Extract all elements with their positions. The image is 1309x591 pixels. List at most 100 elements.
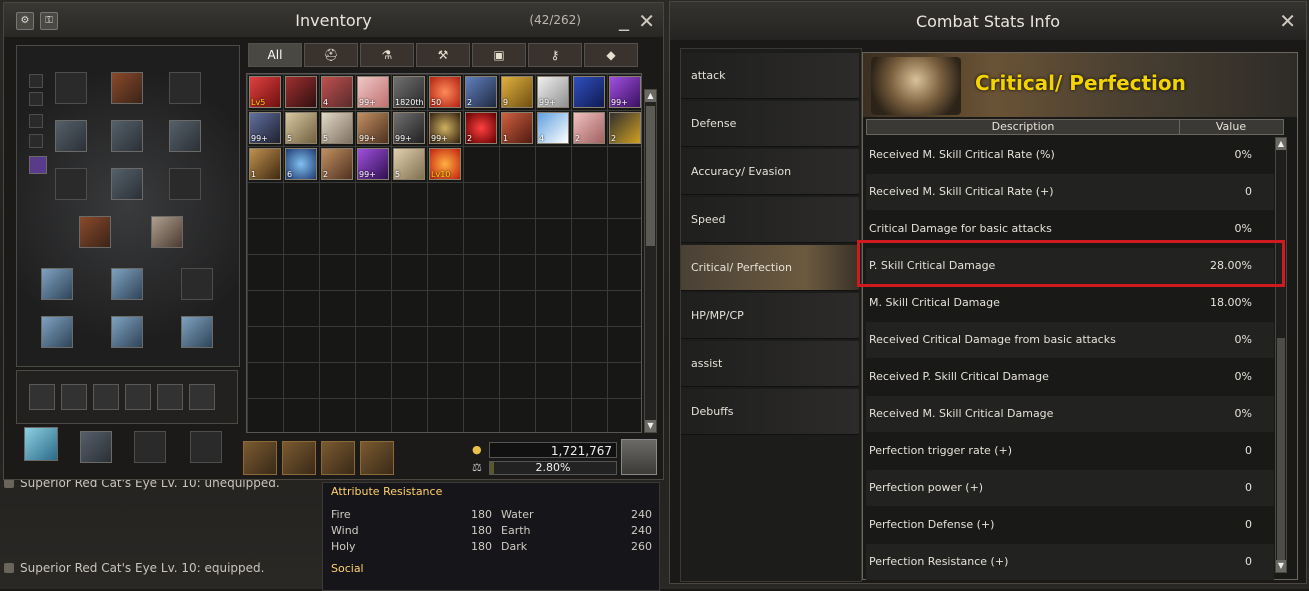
category-speed[interactable]: Speed xyxy=(681,197,859,243)
enchant-button[interactable] xyxy=(321,441,355,475)
agathion-slot[interactable] xyxy=(24,427,58,461)
scroll-thumb[interactable] xyxy=(646,106,655,246)
equip-slot-chest[interactable] xyxy=(111,120,143,152)
inventory-item[interactable]: 1820th xyxy=(393,76,425,108)
tab-etc[interactable]: ▣ xyxy=(472,43,526,67)
inventory-item[interactable]: 1 xyxy=(501,112,533,144)
equip-slot-earring-right[interactable] xyxy=(169,72,201,104)
equip-slot-ring-right[interactable] xyxy=(181,316,213,348)
stat-label: Perfection power (+) xyxy=(869,481,984,494)
category-assist[interactable]: assist xyxy=(681,341,859,387)
inventory-item[interactable]: 9 xyxy=(501,76,533,108)
inventory-item[interactable]: 2 xyxy=(465,112,497,144)
gem-slot[interactable] xyxy=(93,384,119,410)
inventory-item[interactable]: 5 xyxy=(285,112,317,144)
inventory-item[interactable]: 2 xyxy=(465,76,497,108)
equip-slot-earring-left[interactable] xyxy=(55,72,87,104)
stats-scrollbar[interactable]: ▲ ▼ xyxy=(1275,137,1287,573)
item-quantity: 5 xyxy=(287,134,293,143)
inventory-item[interactable]: 99+ xyxy=(357,76,389,108)
tab-all[interactable]: All xyxy=(248,43,302,67)
tab-consumables[interactable]: ⚗ xyxy=(360,43,414,67)
gem-slot[interactable] xyxy=(157,384,183,410)
inventory-count: (42/262) xyxy=(529,13,581,27)
scroll-down-icon[interactable]: ▼ xyxy=(1276,560,1286,572)
stat-label: Received M. Skill Critical Damage xyxy=(869,407,1054,420)
inventory-item[interactable]: 99+ xyxy=(357,112,389,144)
inventory-item[interactable] xyxy=(285,76,317,108)
inventory-item[interactable]: 4 xyxy=(537,112,569,144)
inventory-item[interactable]: Lv5 xyxy=(249,76,281,108)
category-defense[interactable]: Defense xyxy=(681,101,859,147)
inventory-item[interactable]: 99+ xyxy=(609,76,641,108)
inventory-item[interactable]: 2 xyxy=(609,112,641,144)
accessory-slot[interactable] xyxy=(134,431,166,463)
close-icon[interactable]: ✕ xyxy=(638,11,655,31)
inventory-item[interactable]: 2 xyxy=(321,148,353,180)
equip-slot-ring-mid[interactable] xyxy=(111,316,143,348)
equip-slot[interactable] xyxy=(29,114,43,128)
tab-quest[interactable]: ⚷ xyxy=(528,43,582,67)
equip-slot-belt[interactable] xyxy=(169,168,201,200)
tab-equipment[interactable]: ⛑ xyxy=(304,43,358,67)
equip-slot-talisman[interactable] xyxy=(29,156,47,174)
category-accuracy-evasion[interactable]: Accuracy/ Evasion xyxy=(681,149,859,195)
gem-slot[interactable] xyxy=(125,384,151,410)
scroll-thumb[interactable] xyxy=(1277,338,1285,560)
equip-slot-gloves[interactable] xyxy=(55,120,87,152)
equip-slot-helmet[interactable] xyxy=(111,72,143,104)
equip-slot-legs[interactable] xyxy=(111,168,143,200)
inventory-item[interactable]: 99+ xyxy=(429,112,461,144)
close-icon[interactable]: ✕ xyxy=(1279,11,1296,31)
equip-slot[interactable] xyxy=(29,134,43,148)
equip-slot-earring[interactable] xyxy=(41,268,73,300)
equip-slot-weapon[interactable] xyxy=(79,216,111,248)
category-attack[interactable]: attack xyxy=(681,53,859,99)
inventory-item[interactable]: Lv10 xyxy=(429,148,461,180)
inventory-item[interactable]: 2 xyxy=(573,112,605,144)
stat-label: Perfection Defense (+) xyxy=(869,518,995,531)
category-hp-mp-cp[interactable]: HP/MP/CP xyxy=(681,293,859,339)
equip-slot-necklace[interactable] xyxy=(111,268,143,300)
recycle-button[interactable] xyxy=(282,441,316,475)
tab-special[interactable]: ◆ xyxy=(584,43,638,67)
category-debuffs[interactable]: Debuffs xyxy=(681,389,859,435)
inventory-item[interactable]: 6 xyxy=(285,148,317,180)
equip-slot-boots[interactable] xyxy=(151,216,183,248)
inventory-item[interactable]: 1 xyxy=(249,148,281,180)
equip-slot-ring-left[interactable] xyxy=(41,316,73,348)
crafting-button[interactable] xyxy=(243,441,277,475)
inventory-item[interactable]: 4 xyxy=(321,76,353,108)
gem-slot[interactable] xyxy=(29,384,55,410)
inventory-scrollbar[interactable]: ▲ ▼ xyxy=(644,89,657,433)
inventory-item[interactable]: 99+ xyxy=(537,76,569,108)
tab-materials[interactable]: ⚒ xyxy=(416,43,470,67)
scroll-up-icon[interactable]: ▲ xyxy=(1276,138,1286,150)
scroll-up-icon[interactable]: ▲ xyxy=(645,90,656,102)
equip-slot-earring[interactable] xyxy=(181,268,213,300)
inventory-item[interactable]: 99+ xyxy=(357,148,389,180)
collection-button[interactable] xyxy=(360,441,394,475)
trash-button[interactable] xyxy=(621,439,657,475)
minimize-icon[interactable]: _ xyxy=(619,9,629,29)
resistance-value: 260 xyxy=(631,540,652,553)
item-quantity: 50 xyxy=(431,98,442,107)
inventory-item[interactable]: 99+ xyxy=(393,112,425,144)
equip-slot[interactable] xyxy=(29,74,43,88)
scroll-down-icon[interactable]: ▼ xyxy=(645,420,656,432)
equip-slot-cloak[interactable] xyxy=(169,120,201,152)
weight-percent: 2.80% xyxy=(535,461,571,474)
inventory-item[interactable]: 50 xyxy=(429,76,461,108)
accessory-slot[interactable] xyxy=(80,431,112,463)
inventory-item[interactable]: 5 xyxy=(393,148,425,180)
inventory-item[interactable]: 99+ xyxy=(249,112,281,144)
accessory-slot[interactable] xyxy=(190,431,222,463)
inventory-item[interactable] xyxy=(573,76,605,108)
equip-slot-shirt[interactable] xyxy=(55,168,87,200)
gem-slot[interactable] xyxy=(61,384,87,410)
equip-slot[interactable] xyxy=(29,92,43,106)
weight-icon: ⚖ xyxy=(472,461,482,474)
gem-slot[interactable] xyxy=(189,384,215,410)
inventory-item[interactable]: 5 xyxy=(321,112,353,144)
category-critical-perfection[interactable]: Critical/ Perfection xyxy=(681,245,859,291)
